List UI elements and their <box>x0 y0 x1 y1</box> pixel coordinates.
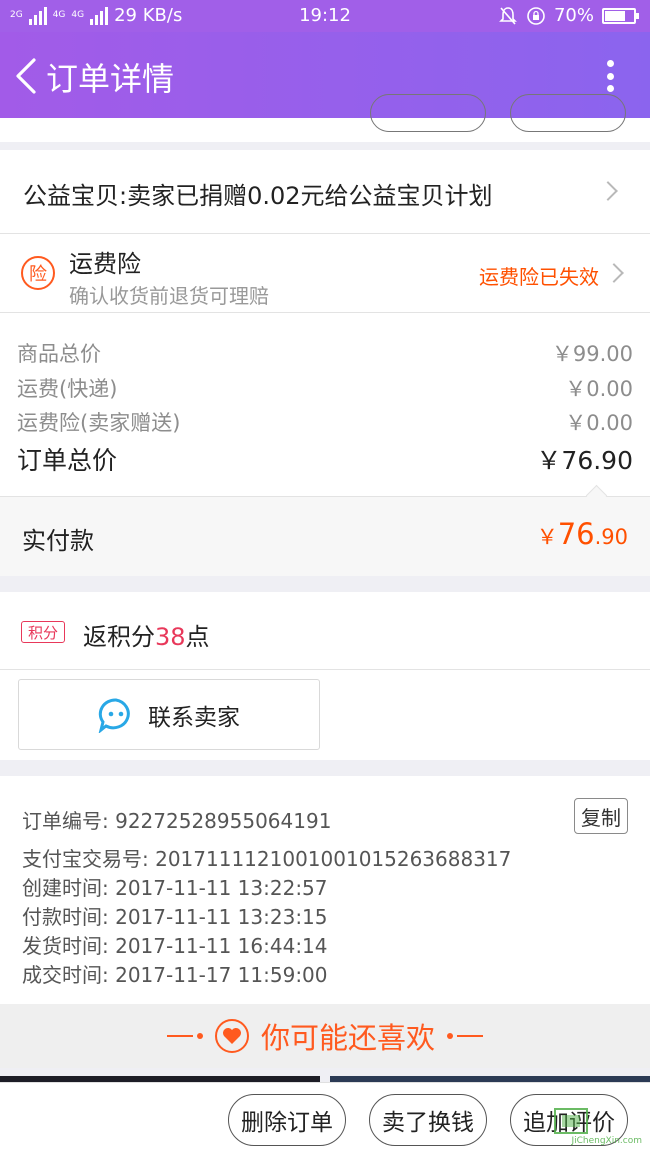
paid-currency: ￥ <box>536 525 558 549</box>
heart-icon <box>214 1019 249 1053</box>
paid-amount: ￥76.90 <box>537 517 628 551</box>
decor-line-right <box>447 1033 483 1039</box>
cut-off-button-2[interactable] <box>510 94 626 132</box>
paid-decimal: .90 <box>594 525 628 549</box>
more-menu-icon[interactable] <box>606 60 614 92</box>
charity-text: 公益宝贝:卖家已捐赠0.02元给公益宝贝计划 <box>23 182 493 210</box>
price-label: 运费(快递) <box>17 377 118 401</box>
completed-time: 成交时间: 2017-11-17 11:59:00 <box>22 963 328 987</box>
site-watermark: JiChengXin.com <box>536 1108 646 1148</box>
points-suffix: 点 <box>185 623 210 651</box>
sell-for-cash-button[interactable]: 卖了换钱 <box>369 1094 487 1146</box>
insurance-icon: 险 <box>21 256 55 290</box>
paid-time: 付款时间: 2017-11-11 13:23:15 <box>22 905 328 929</box>
paid-amount-panel: 实付款 ￥76.90 <box>0 496 650 576</box>
price-row-insurance: 运费险(卖家赠送) ￥0.00 <box>17 407 633 437</box>
price-label: 商品总价 <box>17 342 101 366</box>
status-bar: 2G 4G 4G 29 KB/s 19:12 70% <box>0 0 650 32</box>
chevron-right-icon <box>598 181 618 201</box>
order-number: 订单编号: 92272528955064191 <box>22 809 332 833</box>
insurance-subtitle: 确认收货前退货可理赔 <box>69 284 269 308</box>
battery-fill <box>605 10 625 21</box>
insurance-title: 运费险 <box>69 250 141 278</box>
shipped-time: 发货时间: 2017-11-11 16:44:14 <box>22 934 328 958</box>
watermark-logo <box>554 1108 588 1134</box>
back-arrow-icon[interactable] <box>12 56 42 96</box>
paid-integer: 76 <box>557 517 595 551</box>
order-total-label: 订单总价 <box>17 446 118 475</box>
price-row-shipping: 运费(快递) ￥0.00 <box>17 373 633 403</box>
points-prefix: 返积分 <box>83 623 155 651</box>
battery-percent: 70% <box>553 5 594 26</box>
price-value: ￥0.00 <box>565 377 633 401</box>
rotation-lock-icon <box>527 6 545 25</box>
contact-seller-button[interactable]: 联系卖家 <box>18 679 320 750</box>
recommend-title: 你可能还喜欢 <box>260 1021 435 1055</box>
page-title: 订单详情 <box>46 60 175 98</box>
price-row-goods: 商品总价 ￥99.00 <box>17 338 633 368</box>
recommend-header: 你可能还喜欢 <box>0 1004 650 1068</box>
insurance-status: 运费险已失效 <box>479 265 599 289</box>
points-tag: 积分 <box>21 621 65 643</box>
watermark-text: JiChengXin.com <box>571 1136 642 1146</box>
mute-bell-icon <box>499 6 517 25</box>
status-right: 70% <box>498 5 639 26</box>
paid-label: 实付款 <box>22 527 94 555</box>
battery-icon <box>602 7 639 24</box>
order-total-value: ￥76.90 <box>536 446 633 475</box>
price-value: ￥99.00 <box>551 342 633 366</box>
points-amount: 38 <box>155 623 186 651</box>
decor-line-left <box>166 1033 203 1039</box>
price-label: 运费险(卖家赠送) <box>17 411 181 435</box>
order-total-row: 订单总价 ￥76.90 <box>17 441 633 477</box>
created-time: 创建时间: 2017-11-11 13:22:57 <box>22 876 328 900</box>
copy-button[interactable]: 复制 <box>574 798 628 834</box>
points-text: 返积分38点 <box>83 617 210 652</box>
top-action-card <box>0 94 650 142</box>
cut-off-button-1[interactable] <box>370 94 486 132</box>
contact-seller-label: 联系卖家 <box>148 704 240 731</box>
price-value: ￥0.00 <box>565 411 633 435</box>
delete-order-button[interactable]: 删除订单 <box>228 1094 346 1146</box>
chat-bubble-icon <box>98 697 130 733</box>
alipay-trade-number: 支付宝交易号: 2017111121001001015263688317 <box>22 847 512 871</box>
charity-row[interactable]: 公益宝贝:卖家已捐赠0.02元给公益宝贝计划 <box>0 150 650 233</box>
